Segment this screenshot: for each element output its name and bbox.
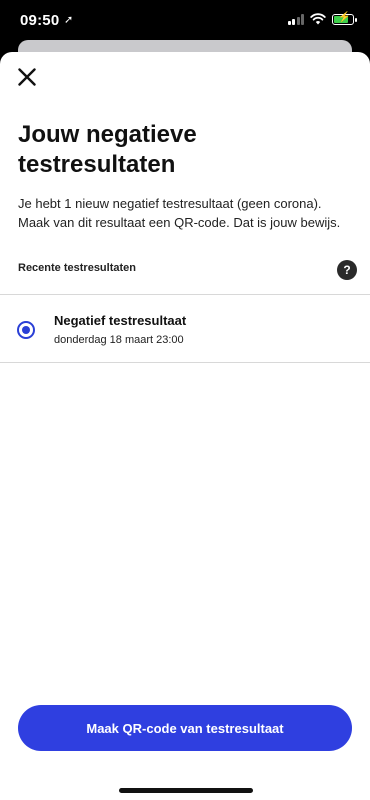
radio-selected-icon[interactable] (17, 321, 35, 339)
result-date: donderdag 18 maart 23:00 (54, 334, 184, 346)
status-time: 09:50 (20, 12, 60, 29)
section-title: Recente testresultaten (18, 262, 136, 274)
help-icon[interactable]: ? (337, 260, 357, 280)
status-icons: ⚡ (287, 11, 357, 25)
modal-sheet: Jouw negatieve testresultaten Je hebt 1 … (0, 52, 370, 800)
result-title: Negatief testresultaat (54, 313, 187, 328)
charging-bolt-icon: ⚡ (338, 11, 351, 23)
cellular-signal-icon (287, 13, 304, 25)
divider (0, 362, 370, 363)
battery-charging-icon: ⚡ (332, 11, 357, 25)
status-bar: 09:50 ➚ ⚡ (0, 0, 370, 44)
intro-text: Je hebt 1 nieuw negatief testresultaat (… (18, 196, 341, 230)
wifi-icon (310, 13, 326, 25)
test-result-item[interactable]: Negatief testresultaat donderdag 18 maar… (0, 295, 370, 362)
page-title: Jouw negatieve testresultaten (18, 121, 197, 178)
close-icon (18, 68, 36, 86)
close-button[interactable] (14, 64, 40, 90)
location-arrow-icon: ➚ (64, 14, 74, 26)
home-indicator (119, 788, 253, 793)
create-qr-code-button[interactable]: Maak QR-code van testresultaat (18, 705, 352, 751)
